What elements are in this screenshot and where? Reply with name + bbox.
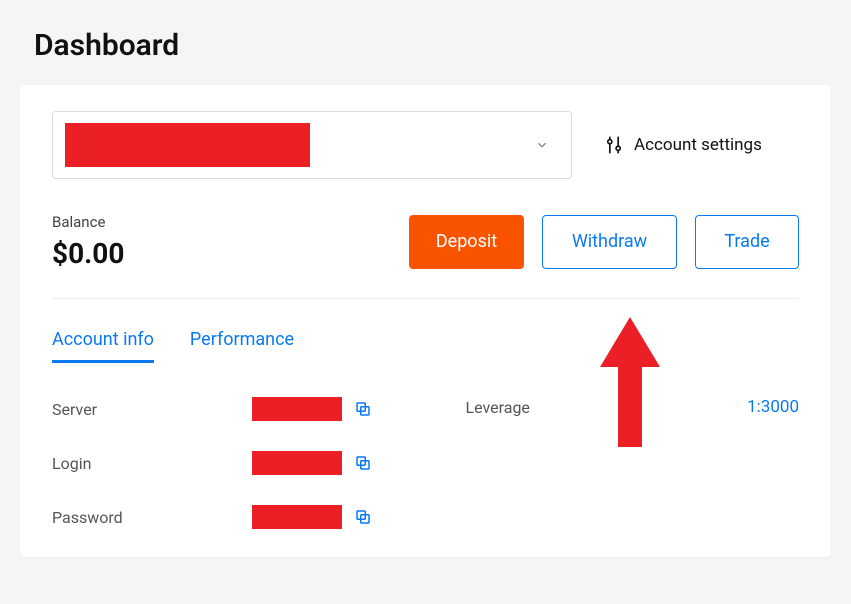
account-settings-label: Account settings: [634, 135, 762, 155]
page-title: Dashboard: [34, 28, 831, 63]
password-label: Password: [52, 508, 252, 527]
withdraw-button[interactable]: Withdraw: [542, 215, 677, 269]
copy-icon[interactable]: [354, 454, 372, 472]
settings-icon: [604, 135, 624, 155]
divider: [52, 298, 799, 299]
login-label: Login: [52, 454, 252, 473]
chevron-down-icon: [535, 138, 549, 152]
copy-icon[interactable]: [354, 400, 372, 418]
trade-button[interactable]: Trade: [695, 215, 799, 269]
balance-label: Balance: [52, 213, 124, 231]
login-value-redacted: [252, 451, 342, 475]
login-row: Login: [52, 451, 386, 475]
top-row: Account settings: [52, 111, 799, 179]
tab-performance[interactable]: Performance: [190, 329, 294, 363]
account-info-grid: Server Login Password: [52, 397, 799, 529]
tab-account-info[interactable]: Account info: [52, 329, 154, 363]
balance-block: Balance $0.00: [52, 213, 124, 270]
deposit-button[interactable]: Deposit: [409, 215, 524, 269]
server-value-redacted: [252, 397, 342, 421]
password-row: Password: [52, 505, 386, 529]
action-buttons: Deposit Withdraw Trade: [409, 215, 799, 269]
info-col-left: Server Login Password: [52, 397, 386, 529]
server-label: Server: [52, 400, 252, 419]
tabs: Account info Performance: [52, 329, 799, 363]
dashboard-card: Account settings Balance $0.00 Deposit W…: [20, 85, 831, 557]
balance-value: $0.00: [52, 237, 124, 270]
account-select[interactable]: [52, 111, 572, 179]
password-value-redacted: [252, 505, 342, 529]
leverage-value[interactable]: 1:3000: [747, 397, 799, 417]
copy-icon[interactable]: [354, 508, 372, 526]
account-settings-link[interactable]: Account settings: [604, 135, 762, 155]
account-select-value-redacted: [65, 123, 310, 167]
annotation-arrow-icon: [600, 317, 660, 457]
balance-row: Balance $0.00 Deposit Withdraw Trade: [52, 213, 799, 270]
server-row: Server: [52, 397, 386, 421]
